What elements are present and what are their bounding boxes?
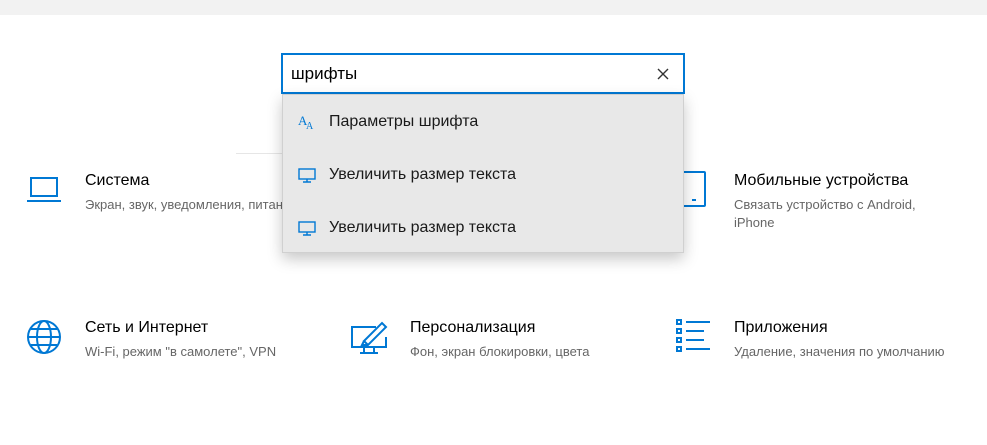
search-suggestions: A A Параметры шрифта Увеличить размер те… <box>282 94 684 253</box>
tile-mobile-devices[interactable]: Мобильные устройства Связать устройство … <box>674 170 974 260</box>
tile-description: Wi-Fi, режим "в самолете", VPN <box>85 344 277 359</box>
tile-description: Экран, звук, уведомления, питание <box>85 197 298 212</box>
monitor-icon <box>297 218 317 238</box>
clear-icon[interactable] <box>651 62 675 86</box>
tile-apps[interactable]: Приложения Удаление, значения по умолчан… <box>674 317 974 407</box>
tile-system[interactable]: Система Экран, звук, уведомления, питани… <box>25 170 325 260</box>
tile-description: Связать устройство с Android, iPhone <box>734 197 916 230</box>
laptop-icon <box>25 170 65 210</box>
suggestion-label: Увеличить размер текста <box>329 165 517 183</box>
tile-title: Приложения <box>734 319 828 336</box>
monitor-icon <box>297 165 317 185</box>
personalization-icon <box>350 317 390 357</box>
svg-text:A: A <box>306 121 314 132</box>
suggestion-label: Увеличить размер текста <box>329 218 517 236</box>
tile-description: Удаление, значения по умолчанию <box>734 344 945 359</box>
search-box[interactable] <box>281 53 685 94</box>
tile-personalization[interactable]: Персонализация Фон, экран блокировки, цв… <box>350 317 650 407</box>
tile-title: Персонализация <box>410 319 536 336</box>
suggestion-font-settings[interactable]: A A Параметры шрифта <box>283 95 683 148</box>
tile-description: Фон, экран блокировки, цвета <box>410 344 590 359</box>
divider <box>236 153 288 154</box>
tile-title: Система <box>85 172 150 189</box>
suggestion-increase-text-size[interactable]: Увеличить размер текста <box>283 148 683 201</box>
search-input[interactable] <box>291 61 641 87</box>
globe-icon <box>25 317 65 357</box>
title-bar-strip <box>0 0 987 15</box>
suggestion-label: Параметры шрифта <box>329 112 479 130</box>
apps-list-icon <box>674 317 714 357</box>
tile-title: Сеть и Интернет <box>85 319 209 336</box>
suggestion-increase-text-size[interactable]: Увеличить размер текста <box>283 201 683 254</box>
tile-network[interactable]: Сеть и Интернет Wi-Fi, режим "в самолете… <box>25 317 325 407</box>
font-icon: A A <box>297 112 317 132</box>
tile-title: Мобильные устройства <box>734 172 909 189</box>
